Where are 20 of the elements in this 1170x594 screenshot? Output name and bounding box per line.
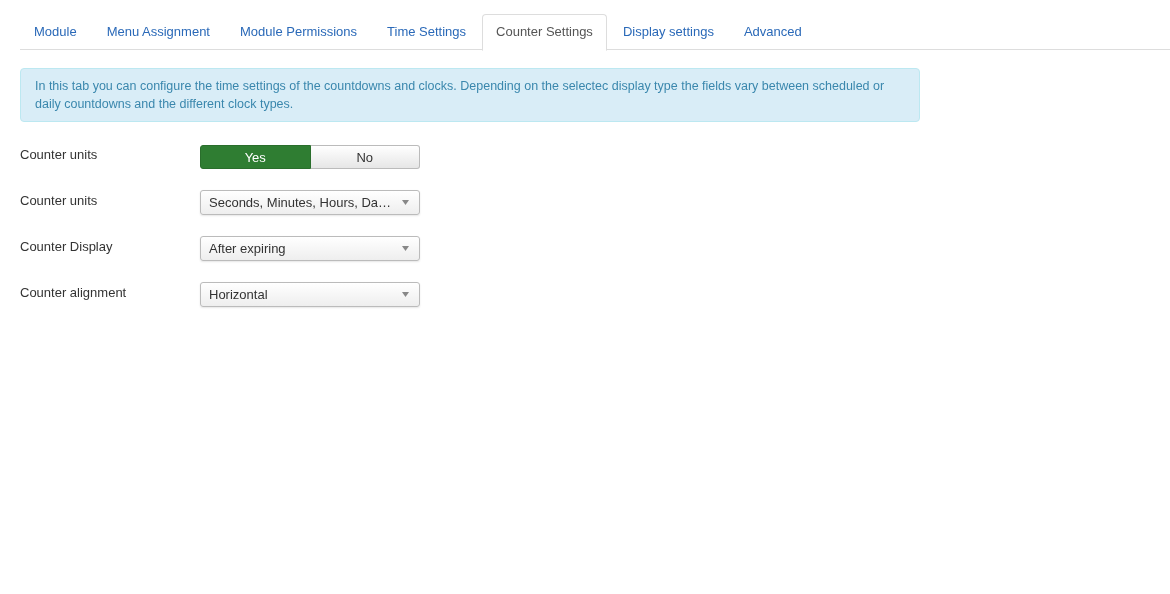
field-label: Counter alignment [20,284,128,302]
dropdown[interactable]: Horizontal [200,282,420,307]
tab[interactable]: Counter Settings [482,14,607,51]
toggle-option[interactable]: Yes [200,145,311,169]
caret-icon [402,246,409,251]
field-label: Counter units [20,192,99,210]
tab[interactable]: Menu Assignment [92,14,224,49]
tab[interactable]: Module Permissions [226,14,372,49]
tab[interactable]: Time Settings [373,14,481,49]
info-alert: In this tab you can configure the time settings of the countdowns and clocks. Depending on the selectec display type the fields vary between scheduled or daily countdowns and the different clock types. [20,68,920,122]
tab[interactable]: Display settings [608,14,728,49]
field-label: Counter units [20,146,99,164]
dropdown[interactable]: Seconds, Minutes, Hours, Da… [200,190,420,215]
caret-icon [402,200,409,205]
tab[interactable]: Module [20,14,91,49]
field-label: Counter Display [20,238,114,256]
tab[interactable]: Advanced [729,14,816,49]
toggle-option[interactable]: No [310,145,420,169]
caret-icon [402,292,409,297]
dropdown[interactable]: After expiring [200,236,420,261]
